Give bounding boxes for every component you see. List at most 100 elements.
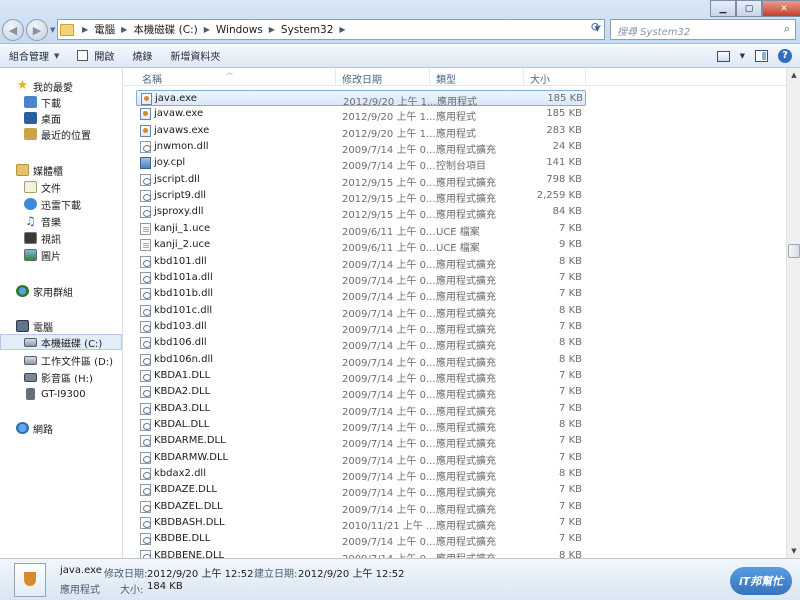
nav-documents[interactable]: 文件 [24, 179, 61, 195]
file-type: 應用程式擴充 [436, 472, 496, 484]
dll-file-icon [140, 419, 151, 431]
organize-menu-button[interactable]: 組合管理 ▼ [0, 44, 68, 68]
file-row[interactable]: kbd101c.dll 2009/7/14 上午 0... 應用程式擴充 8 KB [136, 303, 586, 320]
file-row[interactable]: KBDBE.DLL 2009/7/14 上午 0... 應用程式擴充 7 KB [136, 531, 586, 549]
file-name: KBDAZE.DLL [154, 484, 217, 496]
file-row[interactable]: kanji_1.uce 2009/6/11 上午 0... UCE 檔案 7 KB [136, 221, 586, 238]
new-folder-button[interactable]: 新增資料夾 [161, 44, 229, 68]
vertical-scrollbar[interactable]: ▲ ▼ [786, 68, 800, 558]
file-row[interactable]: javaws.exe 2012/9/20 上午 1... 應用程式 283 KB [136, 123, 586, 140]
file-name: KBDBENE.DLL [154, 549, 225, 558]
file-date: 2009/7/14 上午 0... [342, 537, 436, 549]
nav-drive-c[interactable]: 本機磁碟 (C:) [0, 334, 122, 350]
file-type: 應用程式 [436, 128, 476, 140]
preview-pane-icon[interactable] [755, 50, 768, 62]
file-row[interactable]: KBDBENE.DLL 2009/7/14 上午 0...應用程式擴充 8 KB [136, 548, 586, 558]
close-button[interactable]: ✕ [762, 0, 800, 17]
file-type: 應用程式擴充 [436, 406, 496, 418]
file-row[interactable]: KBDBASH.DLL 2010/11/21 上午 ... 應用程式擴充 7 KB [136, 515, 586, 532]
file-row[interactable]: kbd101.dll 2009/7/14 上午 0... 應用程式擴充 8 KB [136, 254, 586, 271]
file-row[interactable]: kbd101a.dll 2009/7/14 上午 0... 應用程式擴充 7 KB [136, 270, 586, 287]
minimize-button[interactable]: ▁ [710, 0, 736, 17]
column-header-type[interactable]: 類型 [430, 68, 524, 86]
nav-recent[interactable]: 最近的位置 [24, 126, 91, 142]
help-icon[interactable]: ? [778, 49, 792, 63]
breadcrumb-drive-c[interactable]: 本機磁碟 (C:) [133, 22, 197, 37]
file-row[interactable]: kbd103.dll 2009/7/14 上午 0... 應用程式擴充 7 KB [136, 319, 586, 336]
breadcrumb[interactable]: ▶ 電腦 ▶ 本機磁碟 (C:) ▶ Windows ▶ System32 ▶ … [57, 19, 605, 40]
scroll-down-icon[interactable]: ▼ [788, 544, 800, 558]
file-type: 應用程式擴充 [436, 194, 496, 206]
nav-music[interactable]: ♫ 音樂 [24, 213, 61, 229]
file-row[interactable]: kbd101b.dll 2009/7/14 上午 0... 應用程式擴充 7 KB [136, 286, 586, 303]
scrollbar-thumb[interactable] [788, 244, 800, 258]
maximize-button[interactable]: ▢ [736, 0, 762, 17]
column-header-date[interactable]: 修改日期 [336, 68, 430, 86]
nav-desktop[interactable]: 桌面 [24, 110, 61, 126]
scroll-up-icon[interactable]: ▲ [788, 68, 800, 82]
search-input[interactable]: 搜尋 System32 ⌕ [610, 19, 796, 40]
file-list: ︿ 名稱 修改日期 類型 大小 java.exe 2012/9/20 上午 1..… [124, 68, 786, 558]
file-row[interactable]: KBDA1.DLL 2009/7/14 上午 0... 應用程式擴充 7 KB [136, 368, 586, 385]
breadcrumb-separator-icon[interactable]: ▶ [121, 25, 127, 34]
file-type: 控制台項目 [436, 161, 486, 173]
file-row[interactable]: jnwmon.dll 2009/7/14 上午 0... 應用程式擴充 24 KB [136, 139, 586, 156]
file-row[interactable]: joy.cpl 2009/7/14 上午 0... 控制台項目 141 KB [136, 155, 586, 173]
nav-computer[interactable]: 電腦 [16, 318, 53, 334]
file-row[interactable]: kbd106n.dll 2009/7/14 上午 0... 應用程式擴充 8 KB [136, 352, 586, 369]
forward-button[interactable]: ▶ [26, 19, 48, 41]
breadcrumb-separator-icon[interactable]: ▶ [339, 25, 345, 34]
nav-drive-d[interactable]: 工作文件區 (D:) [24, 352, 113, 368]
refresh-icon[interactable]: ⟳ [587, 20, 605, 39]
nav-homegroup[interactable]: 家用群組 [16, 283, 73, 299]
nav-videos[interactable]: 視訊 [24, 230, 61, 246]
breadcrumb-computer[interactable]: 電腦 [94, 22, 115, 37]
nav-pictures[interactable]: 圖片 [24, 247, 61, 263]
back-button[interactable]: ◀ [2, 19, 24, 41]
file-row[interactable]: KBDAL.DLL 2009/7/14 上午 0... 應用程式擴充 8 KB [136, 417, 586, 434]
file-size: 7 KB [559, 288, 582, 300]
details-file-name: java.exe [60, 565, 102, 576]
burn-button[interactable]: 燒錄 [123, 44, 161, 68]
open-button[interactable]: 開啟 [68, 44, 123, 68]
nav-label: 文件 [41, 183, 61, 195]
file-row[interactable]: KBDA3.DLL 2009/7/14 上午 0... 應用程式擴充 7 KB [136, 401, 586, 418]
file-name: java.exe [155, 93, 197, 104]
file-row[interactable]: KBDARME.DLL 2009/7/14 上午 0... 應用程式擴充 7 KB [136, 433, 586, 450]
recent-pages-dropdown-icon[interactable]: ▼ [50, 26, 55, 34]
address-bar: ◀ ▶ ▼ ▶ 電腦 ▶ 本機磁碟 (C:) ▶ Windows ▶ Syste… [0, 0, 800, 44]
file-row[interactable]: kbd106.dll 2009/7/14 上午 0... 應用程式擴充 8 KB [136, 335, 586, 352]
nav-favorites[interactable]: ★ 我的最愛 [16, 78, 73, 94]
change-view-icon[interactable] [716, 50, 730, 62]
file-row[interactable]: KBDAZEL.DLL 2009/7/14 上午 0... 應用程式擴充 7 KB [136, 499, 586, 516]
breadcrumb-separator-icon[interactable]: ▶ [82, 25, 88, 34]
file-row[interactable]: jsproxy.dll 2012/9/15 上午 0... 應用程式擴充 84 KB [136, 204, 586, 221]
column-header-size[interactable]: 大小 [524, 68, 586, 86]
java-file-icon [14, 563, 46, 597]
file-row[interactable]: kbdax2.dll 2009/7/14 上午 0... 應用程式擴充 8 KB [136, 466, 586, 484]
nav-phone[interactable]: GT-I9300 [24, 386, 86, 402]
file-row[interactable]: KBDARMW.DLL 2009/7/14 上午 0... 應用程式擴充 7 KB [136, 450, 586, 467]
file-row[interactable]: javaw.exe 2012/9/20 上午 1... 應用程式 185 KB [136, 106, 586, 123]
file-name: kbd106n.dll [154, 353, 213, 365]
file-row[interactable]: jscript9.dll 2012/9/15 上午 0... 應用程式擴充 2,259… [136, 188, 586, 206]
nav-xunlei[interactable]: 迅雷下載 [24, 196, 81, 212]
search-icon[interactable]: ⌕ [784, 22, 790, 36]
file-row[interactable]: KBDA2.DLL 2009/7/14 上午 0... 應用程式擴充 7 KB [136, 384, 586, 401]
file-row[interactable]: KBDAZE.DLL 2009/7/14 上午 0... 應用程式擴充 7 KB [136, 482, 586, 499]
file-row[interactable]: jscript.dll 2012/9/15 上午 0... 應用程式擴充 798 KB [136, 172, 586, 189]
file-row[interactable]: java.exe 2012/9/20 上午 1... 應用程式 185 KB [136, 90, 586, 108]
breadcrumb-separator-icon[interactable]: ▶ [269, 25, 275, 34]
breadcrumb-separator-icon[interactable]: ▶ [204, 25, 210, 34]
breadcrumb-windows[interactable]: Windows [216, 24, 263, 36]
view-options-dropdown-icon[interactable]: ▼ [740, 52, 745, 60]
exe-file-icon [141, 93, 152, 105]
nav-drive-h[interactable]: 影音區 (H:) [24, 369, 93, 385]
file-row[interactable]: kanji_2.uce 2009/6/11 上午 0... UCE 檔案 9 KB [136, 237, 586, 254]
breadcrumb-system32[interactable]: System32 [281, 24, 334, 36]
nav-downloads[interactable]: 下載 [24, 94, 61, 110]
file-type: 應用程式擴充 [436, 373, 496, 385]
nav-libraries[interactable]: 媒體櫃 [16, 162, 63, 178]
column-header-name[interactable]: 名稱 [136, 68, 336, 86]
nav-network[interactable]: 網路 [16, 420, 53, 436]
